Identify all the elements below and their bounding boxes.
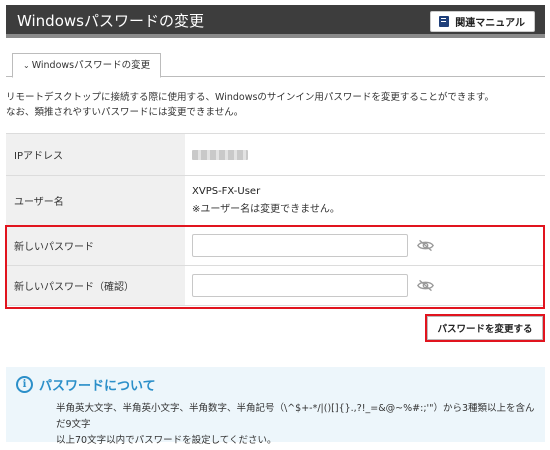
eye-off-icon[interactable]: [417, 239, 434, 252]
confirm-password-wrap: [192, 274, 545, 297]
info-icon: i: [16, 375, 33, 393]
page-header: Windowsパスワードの変更 関連マニュアル: [6, 5, 545, 38]
info-line-2: 以上70文字以内でパスワードを設定してください。: [56, 435, 277, 446]
ip-row: IPアドレス: [6, 134, 545, 176]
related-manual-label: 関連マニュアル: [455, 18, 525, 29]
eye-off-icon[interactable]: [417, 279, 434, 292]
book-icon: [439, 16, 450, 27]
page-title: Windowsパスワードの変更: [17, 12, 204, 30]
confirm-password-field[interactable]: [192, 274, 408, 297]
info-title: パスワードについて: [39, 378, 156, 394]
password-info-box: i パスワードについて 半角英大文字、半角英小文字、半角数字、半角記号（\^$+…: [6, 367, 545, 446]
description-line-2: なお、類推されやすいパスワードには変更できません。: [6, 107, 244, 118]
new-password-cell: [185, 226, 545, 265]
chevron-down-icon: ⌄: [23, 61, 30, 70]
new-password-row: 新しいパスワード: [6, 226, 545, 266]
confirm-password-row: 新しいパスワード（確認）: [6, 266, 545, 306]
username-value: XVPS-FX-User: [192, 185, 261, 197]
confirm-password-label: 新しいパスワード（確認）: [6, 266, 185, 305]
new-password-field[interactable]: [192, 234, 408, 257]
new-password-label: 新しいパスワード: [6, 226, 185, 265]
ip-value-redacted: [192, 149, 248, 160]
confirm-password-cell: [185, 266, 545, 305]
username-row: ユーザー名 XVPS-FX-User ※ユーザー名は変更できません。: [6, 176, 545, 226]
description-line-1: リモートデスクトップに接続する際に使用する、Windowsのサインイン用パスワー…: [6, 92, 494, 103]
description: リモートデスクトップに接続する際に使用する、Windowsのサインイン用パスワー…: [6, 90, 546, 120]
password-form: IPアドレス ユーザー名 XVPS-FX-User ※ユーザー名は変更できません…: [6, 133, 545, 306]
tab-label: Windowsパスワードの変更: [31, 60, 151, 71]
username-label: ユーザー名: [6, 176, 185, 225]
info-text: 半角英大文字、半角英小文字、半角数字、半角記号（\^$+-*/|()[]{}.,…: [16, 401, 535, 449]
change-password-button[interactable]: パスワードを変更する: [427, 316, 543, 340]
ip-value: [185, 134, 545, 175]
related-manual-button[interactable]: 関連マニュアル: [430, 11, 535, 32]
username-note: ※ユーザー名は変更できません。: [192, 203, 340, 215]
info-header: i パスワードについて: [16, 373, 535, 395]
new-password-wrap: [192, 234, 545, 257]
info-line-1: 半角英大文字、半角英小文字、半角数字、半角記号（\^$+-*/|()[]{}.,…: [56, 403, 535, 430]
username-value-cell: XVPS-FX-User ※ユーザー名は変更できません。: [185, 176, 545, 225]
tab-windows-password[interactable]: ⌄ Windowsパスワードの変更: [12, 53, 162, 78]
tab-bar: ⌄ Windowsパスワードの変更: [6, 52, 545, 78]
ip-label: IPアドレス: [6, 134, 185, 175]
